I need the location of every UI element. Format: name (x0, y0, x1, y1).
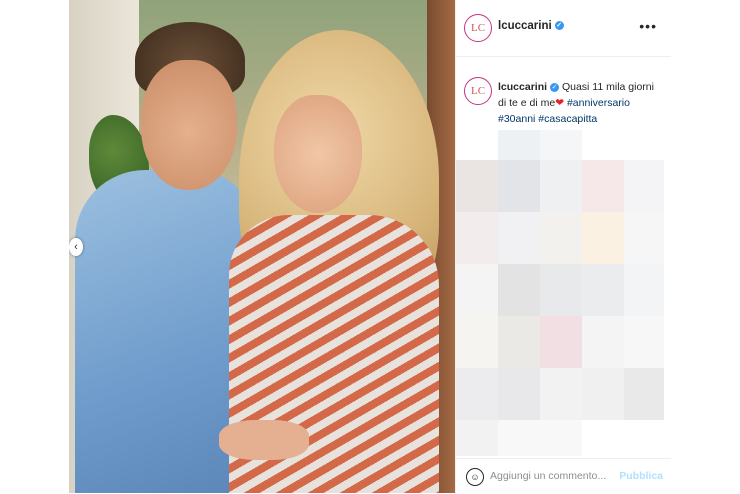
more-options-icon[interactable]: ••• (639, 18, 657, 34)
caption-username[interactable]: lcuccarini (498, 81, 547, 93)
post-photo[interactable]: ‹ (69, 0, 455, 493)
verified-badge-icon: ✓ (550, 82, 560, 92)
heart-emoji: ❤ (555, 97, 565, 109)
blurred-comments-area (456, 130, 671, 460)
post-caption: lcuccarini ✓ Quasi 11 mila giorni di te e… (498, 79, 658, 127)
verified-badge-icon: ✓ (554, 21, 564, 31)
woman-face (274, 95, 362, 213)
comment-bar: ☺ Aggiungi un commento... Pubblica (456, 458, 671, 494)
username-link[interactable]: lcuccarini ✓ (498, 20, 564, 32)
carousel-prev-button[interactable]: ‹ (69, 238, 83, 256)
hashtag-link[interactable]: #30anni (498, 113, 535, 125)
publish-button[interactable]: Pubblica (619, 470, 663, 482)
man-face (141, 60, 237, 190)
instagram-post: ‹ LC lcuccarini ✓ ••• LC lcuccarini ✓ Quas… (69, 0, 671, 493)
post-side-pane: LC lcuccarini ✓ ••• LC lcuccarini ✓ Quasi … (455, 0, 671, 493)
caption-avatar[interactable]: LC (464, 77, 492, 105)
emoji-icon[interactable]: ☺ (466, 468, 484, 486)
hand (219, 420, 309, 460)
username-text: lcuccarini (498, 20, 552, 32)
comment-input[interactable]: Aggiungi un commento... (490, 470, 606, 482)
avatar[interactable]: LC (464, 14, 492, 42)
post-header: LC lcuccarini ✓ ••• (456, 0, 671, 57)
hashtag-link[interactable]: #casacapitta (538, 113, 597, 125)
hashtag-link[interactable]: #anniversario (567, 97, 630, 109)
